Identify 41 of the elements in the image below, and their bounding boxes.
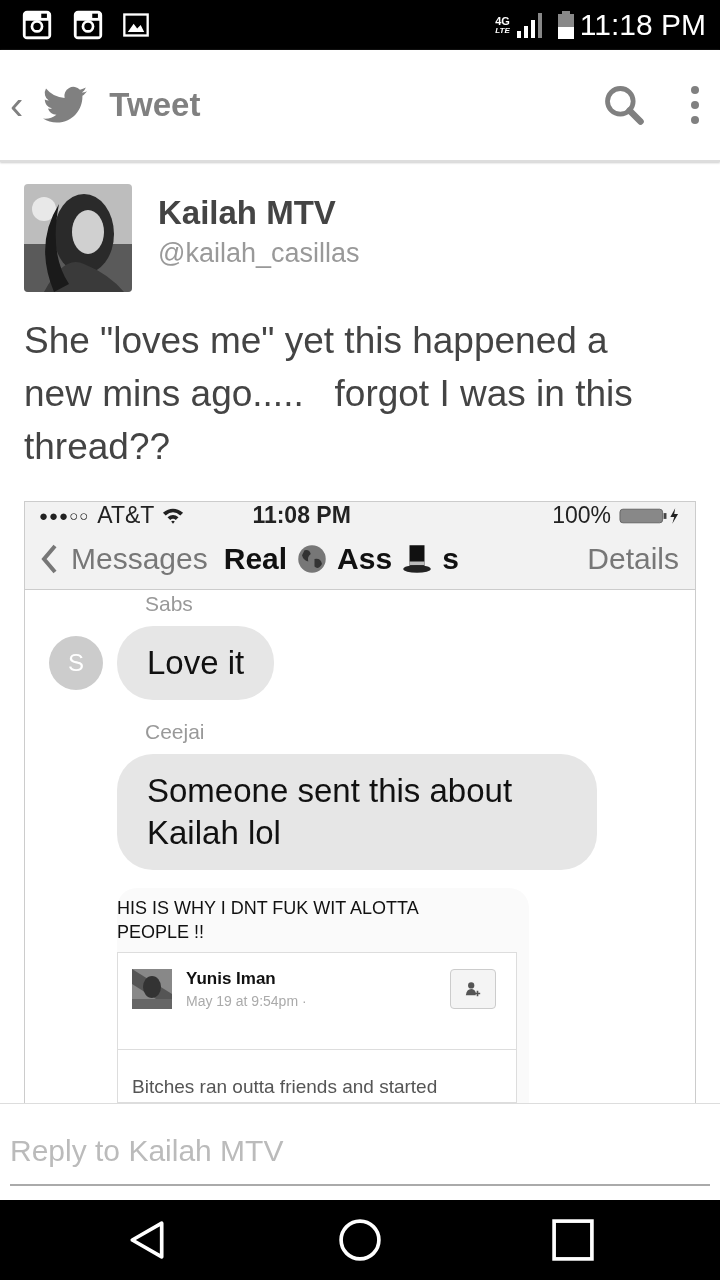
post-author: Yunis Iman <box>186 969 277 989</box>
battery-percent: 100% <box>552 502 611 529</box>
search-icon[interactable] <box>602 83 646 127</box>
recents-square-icon[interactable] <box>552 1219 595 1261</box>
sender-name: Ceejai <box>145 720 206 744</box>
charging-battery-icon <box>619 506 681 525</box>
conversation-title: s <box>442 542 459 576</box>
details-link[interactable]: Details <box>587 542 679 576</box>
image-icon <box>122 11 150 39</box>
globe-icon <box>297 544 328 574</box>
post-meta: May 19 at 9:54pm · <box>186 993 307 1009</box>
sender-name: Sabs <box>145 592 194 616</box>
camera-icon <box>71 8 105 42</box>
reply-field[interactable]: Reply to Kailah MTV <box>10 1118 710 1186</box>
back-link[interactable]: Messages <box>71 542 208 576</box>
signal-icon <box>515 11 544 39</box>
message-bubble: Love it <box>117 626 275 700</box>
battery-icon <box>557 11 574 39</box>
conversation-title: Ass <box>337 542 393 576</box>
message-bubble: Someone sent this about Kailah lol <box>117 754 597 870</box>
author-handle: @kailah_casillas <box>158 237 360 269</box>
tweet-text: She "loves me" yet this happened a new mins ago..... forgot I was in this thread?? <box>24 319 634 469</box>
home-circle-icon[interactable] <box>339 1219 381 1261</box>
carrier: AT&T <box>97 502 155 529</box>
signal-dots: ●●●○○ <box>39 507 90 524</box>
post-body: Bitches ran outta friends and started <box>131 1075 439 1099</box>
clock: 11:18 PM <box>579 8 706 42</box>
phone-time: 11:08 PM <box>252 502 351 529</box>
back-chevron-icon[interactable] <box>41 544 57 574</box>
network-subtype: LTE <box>495 26 510 35</box>
network-type: 4G <box>495 15 510 27</box>
more-icon[interactable] <box>690 85 700 125</box>
post-caption: HIS IS WHY I DNT FUK WIT ALOTTA PEOPLE !! <box>117 897 420 944</box>
back-button[interactable]: ‹ <box>10 85 24 125</box>
wifi-icon <box>162 507 185 524</box>
add-person-icon <box>464 980 482 998</box>
page-title: Tweet <box>109 86 201 124</box>
conversation-title: Real <box>223 542 288 576</box>
top-hat-icon <box>402 544 433 574</box>
author-name: Kailah MTV <box>158 193 337 232</box>
camera-icon <box>20 8 54 42</box>
